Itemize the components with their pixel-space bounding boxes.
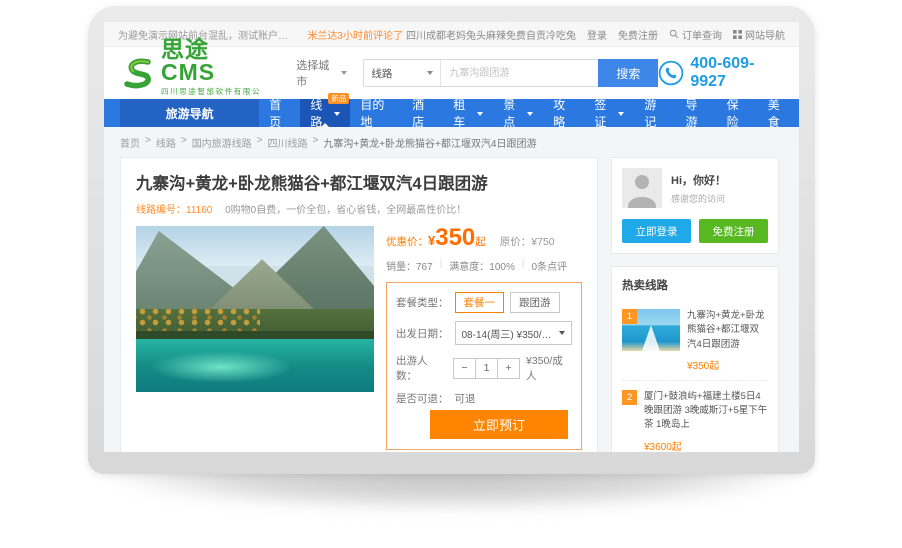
phone-icon [658, 60, 684, 86]
laptop-bezel: 为避免演示网站前台混乱，测试账户无权更改演示网站数据！演示网站数据不全是最终效果… [88, 6, 815, 474]
breadcrumb: 首页 > 线路 > 国内旅游线路 > 四川线路 > 九寨沟+黄龙+卧龙熊猫谷+都… [120, 127, 783, 157]
hot-route-item[interactable]: 1 九寨沟+黄龙+卧龙熊猫谷+都江堰双汽4日跟团游 ¥350起 [622, 300, 768, 380]
hot-route-title: 厦门+鼓浪屿+福建土楼5日4晚跟团游 3晚威斯汀+5星下午茶 1晚岛上 [644, 390, 768, 433]
search-button[interactable]: 搜索 [598, 59, 658, 87]
dropdown-caret-icon [321, 123, 329, 127]
site-header: 思途CMS 四川思途智旅软件有限公司 选择城市 线路 搜索 [104, 47, 799, 99]
chevron-down-icon [559, 331, 565, 335]
book-now-button[interactable]: 立即预订 [430, 410, 568, 439]
refund-value: 可退 [455, 391, 476, 406]
search-category-select[interactable]: 线路 [364, 60, 441, 86]
comment-highlight: 米兰达3小时前评论了 [307, 27, 403, 42]
stats-row: 销量：767 | 满意度：100% | 0条点评 [386, 258, 582, 273]
logo[interactable]: 思途CMS 四川思途智旅软件有限公司 [120, 38, 262, 108]
plus-button[interactable]: + [497, 358, 520, 379]
logo-icon [120, 55, 156, 91]
browser-screen: 为避免演示网站前台混乱，测试账户无权更改演示网站数据！演示网站数据不全是最终效果… [104, 22, 799, 452]
review-count: 0条点评 [531, 258, 567, 273]
chevron-down-icon [334, 112, 340, 116]
city-select[interactable]: 选择城市 [296, 57, 347, 89]
grid-icon [733, 30, 742, 39]
chevron-down-icon [618, 112, 624, 116]
nav-item-travel-notes[interactable]: 游记 [634, 99, 675, 127]
register-link[interactable]: 免费注册 [618, 27, 658, 42]
refund-label: 是否可退： [396, 391, 449, 406]
welcome-text: 感谢您的访问 [671, 192, 726, 205]
service-phone: 400-609-9927 [658, 55, 783, 91]
breadcrumb-item[interactable]: 国内旅游线路 [192, 135, 252, 150]
register-button[interactable]: 免费注册 [699, 219, 768, 243]
booking-box: 套餐类型： 套餐一 跟团游 出发日期： 08-14(周三) ¥350/成人 [386, 282, 582, 450]
per-person-price: ¥350/成人 [526, 353, 572, 383]
package-option-1[interactable]: 套餐一 [455, 292, 505, 313]
nav-travel-directory[interactable]: 旅游导航 [120, 99, 259, 127]
site-nav-link[interactable]: 网站导航 [733, 27, 785, 42]
sales-count: 销量：767 [386, 258, 433, 273]
main-photo[interactable] [136, 226, 374, 392]
minus-button[interactable]: − [453, 358, 476, 379]
chevron-down-icon [427, 71, 433, 75]
greeting: Hi，你好！ [671, 172, 726, 188]
laptop-mockup: 为避免演示网站前台混乱，测试账户无权更改演示网站数据！演示网站数据不全是最终效果… [0, 0, 902, 548]
nav-item-car-rental[interactable]: 租车 [443, 99, 493, 127]
search-input[interactable] [441, 60, 599, 86]
nav-item-routes[interactable]: 新品 线路 [300, 99, 350, 127]
login-link[interactable]: 登录 [587, 27, 607, 42]
nav-item-food[interactable]: 美食 [758, 99, 799, 127]
page-title: 九寨沟+黄龙+卧龙熊猫谷+都江堰双汽4日跟团游 [136, 170, 582, 194]
hot-routes-title: 热卖线路 [622, 277, 768, 300]
breadcrumb-item[interactable]: 四川线路 [268, 135, 308, 150]
main-nav: 旅游导航 首页 新品 线路 目的地 酒店 租车 景点 攻略 签证 [104, 99, 799, 127]
login-button[interactable]: 立即登录 [622, 219, 691, 243]
search-icon [669, 29, 679, 39]
nav-item-hotels[interactable]: 酒店 [402, 99, 443, 127]
nav-item-tour-guide[interactable]: 导游 [675, 99, 716, 127]
sale-price: 350 [435, 226, 475, 250]
original-price: 原价：¥750 [500, 234, 555, 249]
hot-route-thumbnail: 1 [622, 309, 680, 351]
nav-item-destinations[interactable]: 目的地 [350, 99, 402, 127]
quantity-value[interactable]: 1 [475, 358, 498, 379]
route-code: 线路编号：11160 [136, 205, 212, 216]
nav-item-home[interactable]: 首页 [259, 99, 300, 127]
satisfaction: 满意度：100% [449, 258, 515, 273]
page-body: 首页 > 线路 > 国内旅游线路 > 四川线路 > 九寨沟+黄龙+卧龙熊猫谷+都… [104, 127, 799, 452]
chevron-down-icon [527, 112, 533, 116]
new-badge: 新品 [328, 93, 349, 104]
hot-route-price: ¥3600起 [644, 438, 768, 453]
hot-route-item[interactable]: 2 厦门+鼓浪屿+福建土楼5日4晚跟团游 3晚威斯汀+5星下午茶 1晚岛上 ¥3… [622, 380, 768, 452]
chevron-down-icon [341, 71, 347, 75]
date-label: 出发日期： [396, 326, 449, 341]
hot-route-title: 九寨沟+黄龙+卧龙熊猫谷+都江堰双汽4日跟团游 [687, 309, 768, 352]
package-option-2[interactable]: 跟团游 [510, 292, 560, 313]
login-card: Hi，你好！ 感谢您的访问 立即登录 免费注册 [611, 157, 779, 254]
hot-route-price: ¥350起 [687, 357, 768, 372]
nav-item-insurance[interactable]: 保险 [717, 99, 758, 127]
comment-text: 四川成都老妈兔头麻辣免费自贡冷吃兔 [406, 27, 576, 42]
rank-badge: 1 [622, 309, 637, 324]
avatar [622, 168, 662, 208]
product-panel: 九寨沟+黄龙+卧龙熊猫谷+都江堰双汽4日跟团游 线路编号：11160 0购物0自… [120, 157, 598, 452]
rank-badge: 2 [622, 390, 637, 405]
breadcrumb-item[interactable]: 线路 [156, 135, 176, 150]
quantity-stepper: − 1 + [453, 358, 520, 379]
date-select[interactable]: 08-14(周三) ¥350/成人 [455, 321, 573, 345]
price-row: 优惠价： ¥ 350 起 原价：¥750 [386, 226, 582, 250]
breadcrumb-current: 九寨沟+黄龙+卧龙熊猫谷+都江堰双汽4日跟团游 [323, 135, 536, 150]
search-box: 线路 搜索 [363, 59, 658, 87]
nav-item-visa[interactable]: 签证 [584, 99, 634, 127]
package-label: 套餐类型： [396, 295, 449, 310]
logo-text: 思途CMS [161, 38, 262, 84]
chevron-down-icon [477, 112, 483, 116]
breadcrumb-item[interactable]: 首页 [120, 135, 140, 150]
latest-comment-link[interactable]: 米兰达3小时前评论了 四川成都老妈兔头麻辣免费自贡冷吃兔 [307, 27, 576, 42]
people-label: 出游人数： [396, 353, 447, 383]
hot-routes-card: 热卖线路 1 九寨沟+黄龙+卧龙熊猫谷+都江堰双汽4日跟团游 ¥350起 [611, 266, 779, 452]
nav-item-guides[interactable]: 攻略 [543, 99, 584, 127]
nav-item-attractions[interactable]: 景点 [493, 99, 543, 127]
order-query-link[interactable]: 订单查询 [669, 27, 722, 42]
route-slogan: 0购物0自费，一价全包，省心省钱，全网最高性价比！ [225, 205, 466, 216]
sidebar: Hi，你好！ 感谢您的访问 立即登录 免费注册 热卖线路 [611, 157, 779, 452]
